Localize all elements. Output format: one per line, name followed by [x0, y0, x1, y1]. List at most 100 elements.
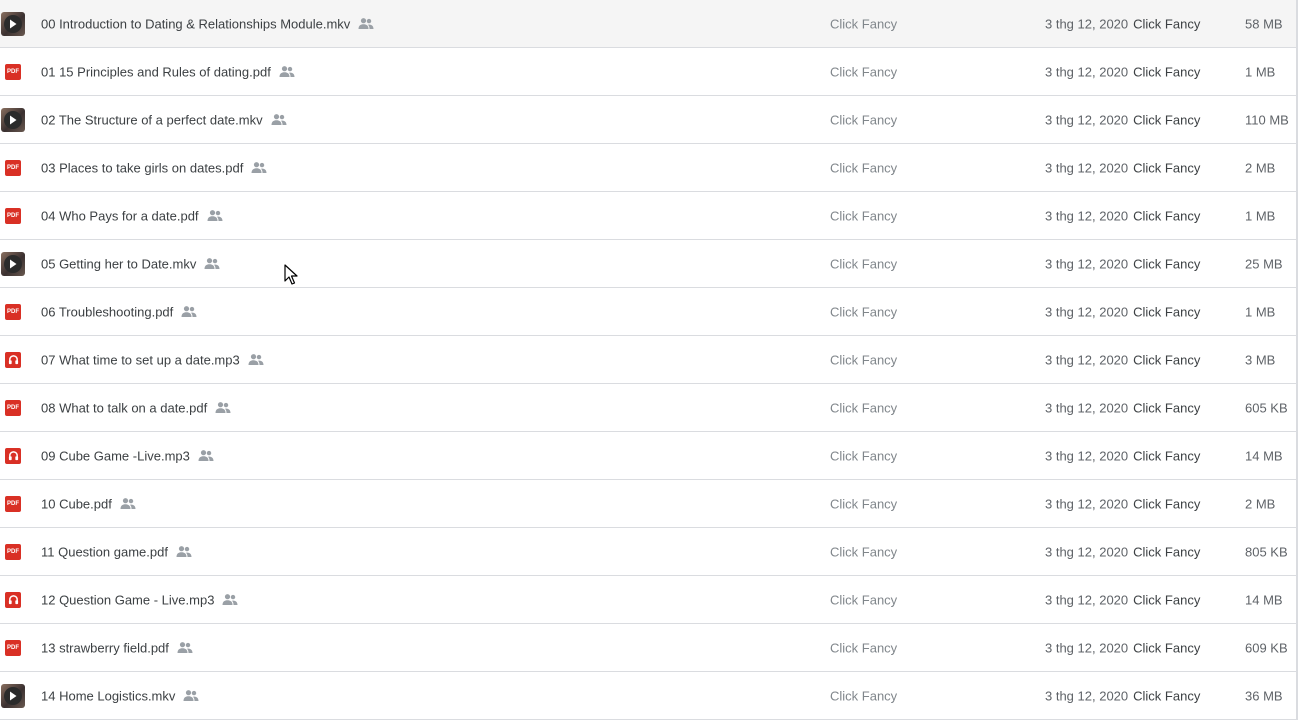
people-icon	[177, 642, 193, 654]
file-row[interactable]: 02 The Structure of a perfect date.mkv Cl…	[0, 96, 1296, 144]
file-name[interactable]: 06 Troubleshooting.pdf	[41, 304, 197, 319]
last-modified: 3 thg 12, 2020 Click Fancy	[1045, 208, 1200, 223]
file-name-text: 09 Cube Game -Live.mp3	[41, 448, 190, 463]
modified-date: 3 thg 12, 2020	[1045, 448, 1129, 463]
file-name[interactable]: 14 Home Logistics.mkv	[41, 688, 199, 703]
file-name[interactable]: 11 Question game.pdf	[41, 544, 192, 559]
people-icon	[358, 18, 374, 30]
modified-date: 3 thg 12, 2020	[1045, 640, 1129, 655]
file-name-text: 07 What time to set up a date.mp3	[41, 352, 240, 367]
file-name[interactable]: 12 Question Game - Live.mp3	[41, 592, 238, 607]
people-icon	[251, 162, 267, 174]
file-size: 3 MB	[1245, 352, 1276, 367]
file-owner: Click Fancy	[830, 208, 898, 223]
file-size: 605 KB	[1245, 400, 1288, 415]
people-icon	[271, 114, 287, 126]
file-name[interactable]: 09 Cube Game -Live.mp3	[41, 448, 214, 463]
file-name[interactable]: 00 Introduction to Dating & Relationship…	[41, 16, 374, 31]
file-owner: Click Fancy	[830, 544, 898, 559]
modified-by: Click Fancy	[1133, 64, 1201, 79]
last-modified: 3 thg 12, 2020 Click Fancy	[1045, 16, 1200, 31]
file-name[interactable]: 02 The Structure of a perfect date.mkv	[41, 112, 287, 127]
file-name[interactable]: 13 strawberry field.pdf	[41, 640, 193, 655]
people-icon	[248, 354, 264, 366]
file-row[interactable]: 05 Getting her to Date.mkv Click Fancy 3 t…	[0, 240, 1296, 288]
modified-by: Click Fancy	[1133, 304, 1201, 319]
last-modified: 3 thg 12, 2020 Click Fancy	[1045, 688, 1200, 703]
modified-by: Click Fancy	[1133, 352, 1201, 367]
modified-date: 3 thg 12, 2020	[1045, 544, 1129, 559]
people-icon	[204, 258, 220, 270]
headphones-icon	[1, 588, 25, 612]
file-name[interactable]: 04 Who Pays for a date.pdf	[41, 208, 223, 223]
file-owner: Click Fancy	[830, 160, 898, 175]
file-name-text: 12 Question Game - Live.mp3	[41, 592, 215, 607]
file-size: 2 MB	[1245, 160, 1276, 175]
last-modified: 3 thg 12, 2020 Click Fancy	[1045, 64, 1200, 79]
file-row[interactable]: PDF 11 Question game.pdf Click Fancy 3 thg …	[0, 528, 1296, 576]
file-owner: Click Fancy	[830, 640, 898, 655]
file-owner: Click Fancy	[830, 496, 898, 511]
last-modified: 3 thg 12, 2020 Click Fancy	[1045, 640, 1200, 655]
file-owner: Click Fancy	[830, 400, 898, 415]
modified-by: Click Fancy	[1133, 160, 1201, 175]
file-name[interactable]: 10 Cube.pdf	[41, 496, 136, 511]
last-modified: 3 thg 12, 2020 Click Fancy	[1045, 112, 1200, 127]
file-row[interactable]: PDF 10 Cube.pdf Click Fancy 3 thg 12, 2020 C…	[0, 480, 1296, 528]
file-row[interactable]: 00 Introduction to Dating & Relationship…	[0, 0, 1296, 48]
file-name[interactable]: 05 Getting her to Date.mkv	[41, 256, 220, 271]
modified-by: Click Fancy	[1133, 640, 1201, 655]
last-modified: 3 thg 12, 2020 Click Fancy	[1045, 160, 1200, 175]
file-size: 1 MB	[1245, 64, 1276, 79]
last-modified: 3 thg 12, 2020 Click Fancy	[1045, 256, 1200, 271]
file-name-text: 05 Getting her to Date.mkv	[41, 256, 197, 271]
last-modified: 3 thg 12, 2020 Click Fancy	[1045, 400, 1200, 415]
video-play-icon	[1, 251, 25, 276]
pdf-icon: PDF	[1, 204, 25, 228]
file-row[interactable]: PDF 03 Places to take girls on dates.pdf C…	[0, 144, 1296, 192]
pdf-icon: PDF	[1, 60, 25, 84]
modified-date: 3 thg 12, 2020	[1045, 496, 1129, 511]
file-row[interactable]: 12 Question Game - Live.mp3 Click Fancy 3 …	[0, 576, 1296, 624]
file-size: 2 MB	[1245, 496, 1276, 511]
file-owner: Click Fancy	[830, 112, 898, 127]
people-icon	[222, 594, 238, 606]
file-row[interactable]: PDF 13 strawberry field.pdf Click Fancy 3 t…	[0, 624, 1296, 672]
pdf-icon: PDF	[1, 636, 25, 660]
file-name[interactable]: 01 15 Principles and Rules of dating.pdf	[41, 64, 295, 79]
file-row[interactable]: 07 What time to set up a date.mp3 Click F…	[0, 336, 1296, 384]
file-row[interactable]: PDF 06 Troubleshooting.pdf Click Fancy 3 th…	[0, 288, 1296, 336]
modified-by: Click Fancy	[1133, 256, 1201, 271]
video-play-icon	[1, 683, 25, 708]
file-row[interactable]: PDF 01 15 Principles and Rules of dating.…	[0, 48, 1296, 96]
modified-by: Click Fancy	[1133, 208, 1201, 223]
file-name-text: 14 Home Logistics.mkv	[41, 688, 176, 703]
file-row[interactable]: 14 Home Logistics.mkv Click Fancy 3 thg 12…	[0, 672, 1296, 720]
file-row[interactable]: 09 Cube Game -Live.mp3 Click Fancy 3 thg 1…	[0, 432, 1296, 480]
pdf-icon: PDF	[1, 540, 25, 564]
people-icon	[198, 450, 214, 462]
file-name-text: 10 Cube.pdf	[41, 496, 112, 511]
pdf-icon: PDF	[1, 492, 25, 516]
people-icon	[181, 306, 197, 318]
pdf-icon: PDF	[1, 396, 25, 420]
last-modified: 3 thg 12, 2020 Click Fancy	[1045, 496, 1200, 511]
file-name[interactable]: 07 What time to set up a date.mp3	[41, 352, 264, 367]
modified-by: Click Fancy	[1133, 496, 1201, 511]
file-name[interactable]: 08 What to talk on a date.pdf	[41, 400, 231, 415]
modified-date: 3 thg 12, 2020	[1045, 112, 1129, 127]
modified-by: Click Fancy	[1133, 544, 1201, 559]
file-owner: Click Fancy	[830, 352, 898, 367]
file-name[interactable]: 03 Places to take girls on dates.pdf	[41, 160, 267, 175]
file-row[interactable]: PDF 04 Who Pays for a date.pdf Click Fancy…	[0, 192, 1296, 240]
file-row[interactable]: PDF 08 What to talk on a date.pdf Click Fa…	[0, 384, 1296, 432]
modified-date: 3 thg 12, 2020	[1045, 400, 1129, 415]
file-owner: Click Fancy	[830, 64, 898, 79]
last-modified: 3 thg 12, 2020 Click Fancy	[1045, 544, 1200, 559]
file-owner: Click Fancy	[830, 256, 898, 271]
modified-date: 3 thg 12, 2020	[1045, 16, 1129, 31]
headphones-icon	[1, 444, 25, 468]
video-play-icon	[1, 107, 25, 132]
modified-date: 3 thg 12, 2020	[1045, 688, 1129, 703]
file-size: 1 MB	[1245, 208, 1276, 223]
